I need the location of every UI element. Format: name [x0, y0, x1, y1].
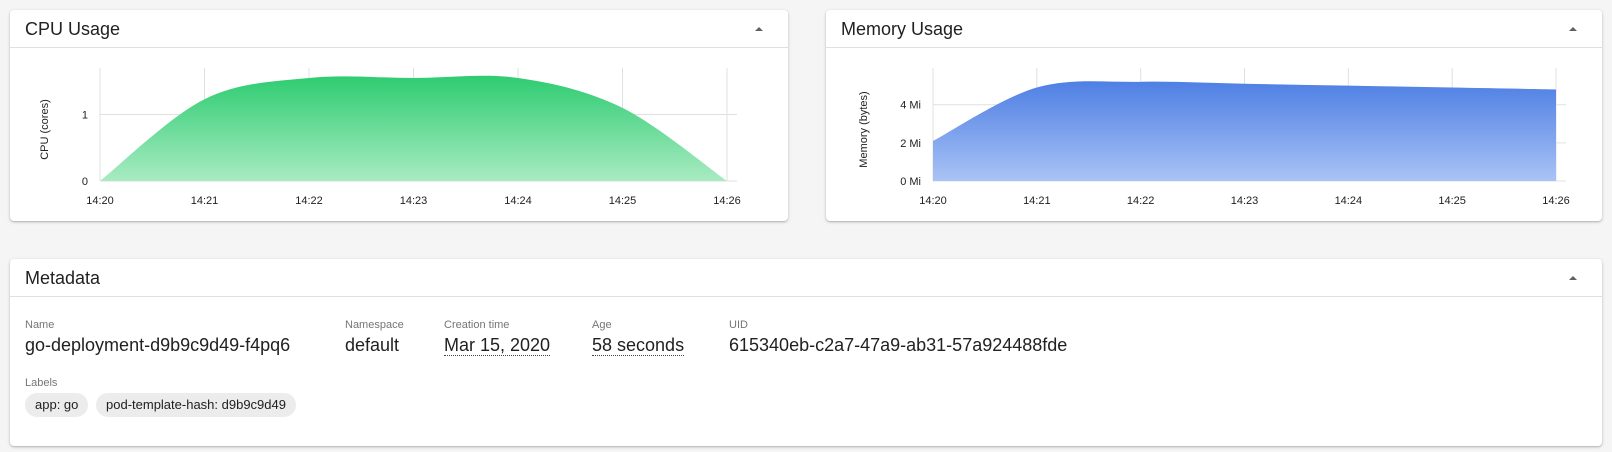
memory-chart: 0 Mi 2 Mi 4 Mi 14:20 14:21 14:22 14:23 14:24 14:…	[858, 68, 1570, 207]
memory-x-tick: 14:25	[1438, 195, 1466, 207]
memory-x-tick: 14:20	[919, 195, 947, 207]
metadata-card: Metadata Name go-deployment-d9b9c9d49-f4…	[10, 259, 1602, 446]
cpu-x-tick: 14:25	[609, 195, 637, 207]
metadata-card-title: Metadata	[25, 268, 101, 288]
cpu-chart: 0 1 14:20 14:21 14:22 14:23 14:24 14:25 14:26 CPU…	[39, 68, 741, 207]
memory-y-tick: 0 Mi	[900, 176, 921, 188]
creation-time-label: Creation time	[444, 319, 510, 331]
cpu-y-tick: 0	[82, 176, 88, 188]
memory-card-title: Memory Usage	[841, 19, 964, 39]
chevron-up-icon[interactable]	[1566, 271, 1580, 285]
chevron-up-icon[interactable]	[1566, 22, 1580, 36]
name-value: go-deployment-d9b9c9d49-f4pq6	[25, 335, 291, 355]
uid-label: UID	[729, 319, 748, 331]
age-label: Age	[592, 319, 612, 331]
cpu-card-header[interactable]: CPU Usage	[10, 10, 788, 48]
metadata-card-header[interactable]: Metadata	[10, 259, 1602, 297]
uid-value: 615340eb-c2a7-47a9-ab31-57a924488fde	[729, 335, 1068, 355]
memory-usage-card: Memory Usage 0 Mi 2 Mi 4 Mi 14:20 14:21 14:22…	[826, 10, 1602, 221]
creation-time-value[interactable]: Mar 15, 2020	[444, 335, 551, 356]
memory-x-tick: 14:24	[1335, 195, 1363, 207]
memory-x-tick: 14:23	[1231, 195, 1259, 207]
namespace-value: default	[345, 335, 400, 355]
memory-x-tick: 14:21	[1023, 195, 1051, 207]
age-value[interactable]: 58 seconds	[592, 335, 685, 356]
memory-y-axis-label: Memory (bytes)	[858, 91, 870, 167]
cpu-area-series	[100, 75, 727, 181]
cpu-x-tick: 14:26	[713, 195, 741, 207]
memory-card-header[interactable]: Memory Usage	[826, 10, 1602, 48]
cpu-x-tick: 14:23	[400, 195, 428, 207]
cpu-x-tick: 14:20	[86, 195, 114, 207]
chevron-up-icon[interactable]	[752, 22, 766, 36]
memory-y-tick: 4 Mi	[900, 100, 921, 112]
label-chip: pod-template-hash: d9b9c9d49	[96, 393, 296, 417]
cpu-usage-card: CPU Usage 0 1 14:20 14:21 14:22 14:23 14:24 14:…	[10, 10, 788, 221]
cpu-x-tick: 14:24	[504, 195, 532, 207]
memory-y-tick: 2 Mi	[900, 138, 921, 150]
labels-label: Labels	[25, 377, 58, 389]
cpu-y-axis-label: CPU (cores)	[39, 99, 51, 160]
memory-x-tick: 14:22	[1127, 195, 1155, 207]
memory-x-tick: 14:26	[1542, 195, 1570, 207]
name-label: Name	[25, 319, 55, 331]
label-chip: app: go	[25, 393, 89, 417]
memory-area-series	[933, 81, 1556, 181]
cpu-card-title: CPU Usage	[25, 19, 121, 39]
cpu-x-tick: 14:22	[295, 195, 323, 207]
cpu-y-tick: 1	[82, 110, 88, 122]
namespace-label: Namespace	[345, 319, 404, 331]
cpu-x-tick: 14:21	[191, 195, 219, 207]
